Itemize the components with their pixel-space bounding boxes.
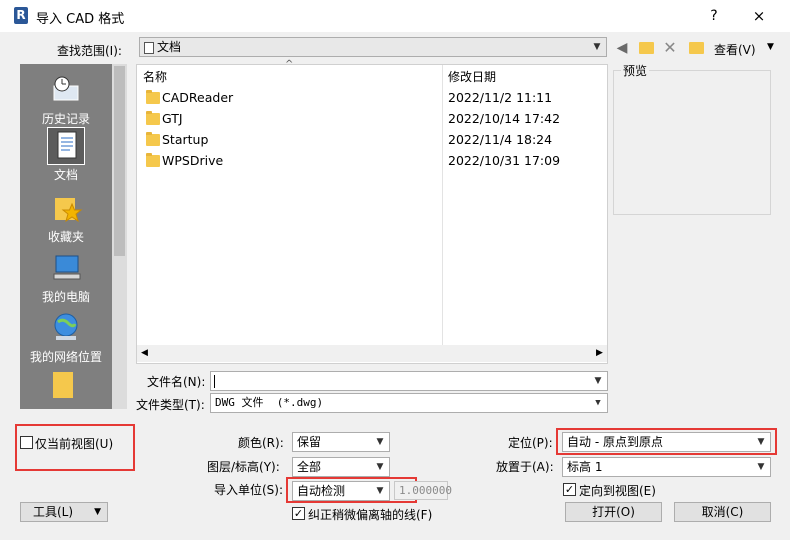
place-at-value: 标高 1: [567, 460, 603, 474]
correct-lines-label: 纠正稍微偏离轴的线(F): [308, 508, 433, 522]
color-value: 保留: [297, 435, 322, 449]
open-button[interactable]: 打开(O): [565, 502, 662, 522]
chevron-down-icon[interactable]: ▼: [592, 372, 604, 390]
filetype-label: 文件类型(T):: [136, 398, 205, 412]
up-folder-icon[interactable]: [636, 38, 656, 58]
chevron-down-icon: ▼: [376, 437, 384, 447]
import-units-select[interactable]: 自动检测 ▼: [292, 481, 390, 501]
file-date: 2022/11/2 11:11: [448, 90, 553, 105]
delete-icon[interactable]: ✕: [661, 38, 679, 58]
horizontal-scrollbar[interactable]: [137, 345, 607, 362]
color-select[interactable]: 保留 ▼: [292, 432, 390, 452]
tools-button[interactable]: 工具(L) ▼: [20, 502, 108, 522]
file-name: Startup: [162, 132, 209, 147]
tools-button-label: 工具(L): [33, 505, 74, 519]
chevron-down-icon: ▼: [757, 462, 765, 472]
positioning-select[interactable]: 自动 - 原点到原点 ▼: [562, 432, 771, 452]
correct-lines-checkbox[interactable]: ✓: [292, 507, 305, 520]
place-computer[interactable]: 我的电脑: [20, 250, 112, 305]
file-name: GTJ: [162, 111, 183, 126]
place-label: 我的网络位置: [29, 350, 102, 364]
positioning-label: 定位(P):: [508, 436, 553, 450]
places-scroll-thumb[interactable]: [114, 66, 125, 256]
column-header-date[interactable]: 修改日期: [448, 68, 496, 85]
computer-icon: [48, 250, 84, 286]
layers-value: 全部: [297, 460, 322, 474]
import-units-value: 自动检测: [297, 484, 346, 498]
color-label: 颜色(R):: [238, 436, 284, 450]
help-button[interactable]: ?: [702, 5, 726, 27]
place-label: 我的电脑: [41, 290, 90, 304]
history-icon: [48, 72, 84, 108]
layers-label: 图层/标高(Y):: [207, 460, 280, 474]
folder-icon[interactable]: [53, 372, 73, 398]
list-item[interactable]: Startup 2022/11/4 18:24: [140, 131, 600, 151]
filetype-combo[interactable]: DWG 文件 (*.dwg) ▼: [210, 393, 608, 413]
positioning-value: 自动 - 原点到原点: [567, 435, 663, 449]
folder-icon: [146, 111, 160, 125]
sort-ascending-icon: ^: [285, 59, 294, 70]
preview-label: 预览: [621, 62, 650, 79]
chevron-down-icon: ▼: [376, 486, 384, 496]
view-menu-button[interactable]: 查看(V): [714, 41, 756, 58]
text-caret: [214, 375, 215, 388]
chevron-down-icon: ▼: [595, 398, 601, 408]
folder-icon: [146, 132, 160, 146]
place-network[interactable]: 我的网络位置: [20, 310, 112, 365]
file-list[interactable]: [136, 64, 608, 364]
list-item[interactable]: WPSDrive 2022/10/31 17:09: [140, 152, 600, 172]
chevron-down-icon: ▼: [593, 42, 601, 52]
lookin-combo[interactable]: 文档 ▼: [139, 37, 607, 57]
file-date: 2022/10/31 17:09: [448, 153, 561, 168]
scale-factor-field: 1.000000: [394, 481, 452, 500]
scroll-right-icon[interactable]: ▶: [592, 345, 607, 362]
favorites-icon: [48, 190, 84, 226]
chevron-down-icon: ▼: [757, 437, 765, 447]
folder-icon: [146, 90, 160, 104]
current-view-label: 仅当前视图(U): [35, 437, 114, 451]
network-icon: [48, 310, 84, 346]
filename-label: 文件名(N):: [147, 375, 206, 389]
scroll-left-icon[interactable]: ◀: [137, 345, 152, 362]
file-date: 2022/11/4 18:24: [448, 132, 553, 147]
place-at-label: 放置于(A):: [496, 460, 554, 474]
preview-box: [613, 70, 771, 215]
file-name: WPSDrive: [162, 153, 224, 168]
folder-icon: [146, 153, 160, 167]
import-units-label: 导入单位(S):: [214, 483, 284, 497]
place-history[interactable]: 历史记录: [20, 72, 112, 127]
view-menu-icon[interactable]: ▼: [767, 42, 774, 52]
new-folder-icon[interactable]: [686, 38, 706, 58]
chevron-down-icon: ▼: [376, 462, 384, 472]
list-item[interactable]: GTJ 2022/10/14 17:42: [140, 110, 600, 130]
back-arrow-icon[interactable]: ◀: [613, 38, 631, 58]
lookin-label: 查找范围(I):: [57, 44, 122, 58]
current-view-checkbox[interactable]: [20, 436, 33, 449]
documents-icon: [47, 127, 85, 165]
layers-select[interactable]: 全部 ▼: [292, 457, 390, 477]
list-item[interactable]: CADReader 2022/11/2 11:11: [140, 89, 600, 109]
cancel-button[interactable]: 取消(C): [674, 502, 771, 522]
filetype-value: DWG 文件 (*.dwg): [215, 396, 324, 409]
place-documents[interactable]: 文档: [20, 127, 112, 183]
file-name: CADReader: [162, 90, 234, 105]
window-title: 导入 CAD 格式: [36, 12, 125, 27]
place-label: 收藏夹: [47, 230, 84, 244]
documents-small-icon: [144, 41, 154, 54]
close-button[interactable]: ×: [742, 5, 776, 27]
lookin-value: 文档: [157, 40, 182, 54]
app-logo-icon: R: [14, 7, 28, 24]
orient-to-view-label: 定向到视图(E): [579, 484, 656, 498]
place-favorites[interactable]: 收藏夹: [20, 190, 112, 245]
file-date: 2022/10/14 17:42: [448, 111, 561, 126]
column-header-name[interactable]: 名称: [143, 68, 167, 85]
place-at-select[interactable]: 标高 1 ▼: [562, 457, 771, 477]
place-label: 文档: [53, 168, 78, 182]
chevron-down-icon: ▼: [94, 507, 101, 517]
orient-to-view-checkbox[interactable]: ✓: [563, 483, 576, 496]
place-label: 历史记录: [41, 112, 90, 126]
filename-input[interactable]: ▼: [210, 371, 608, 391]
